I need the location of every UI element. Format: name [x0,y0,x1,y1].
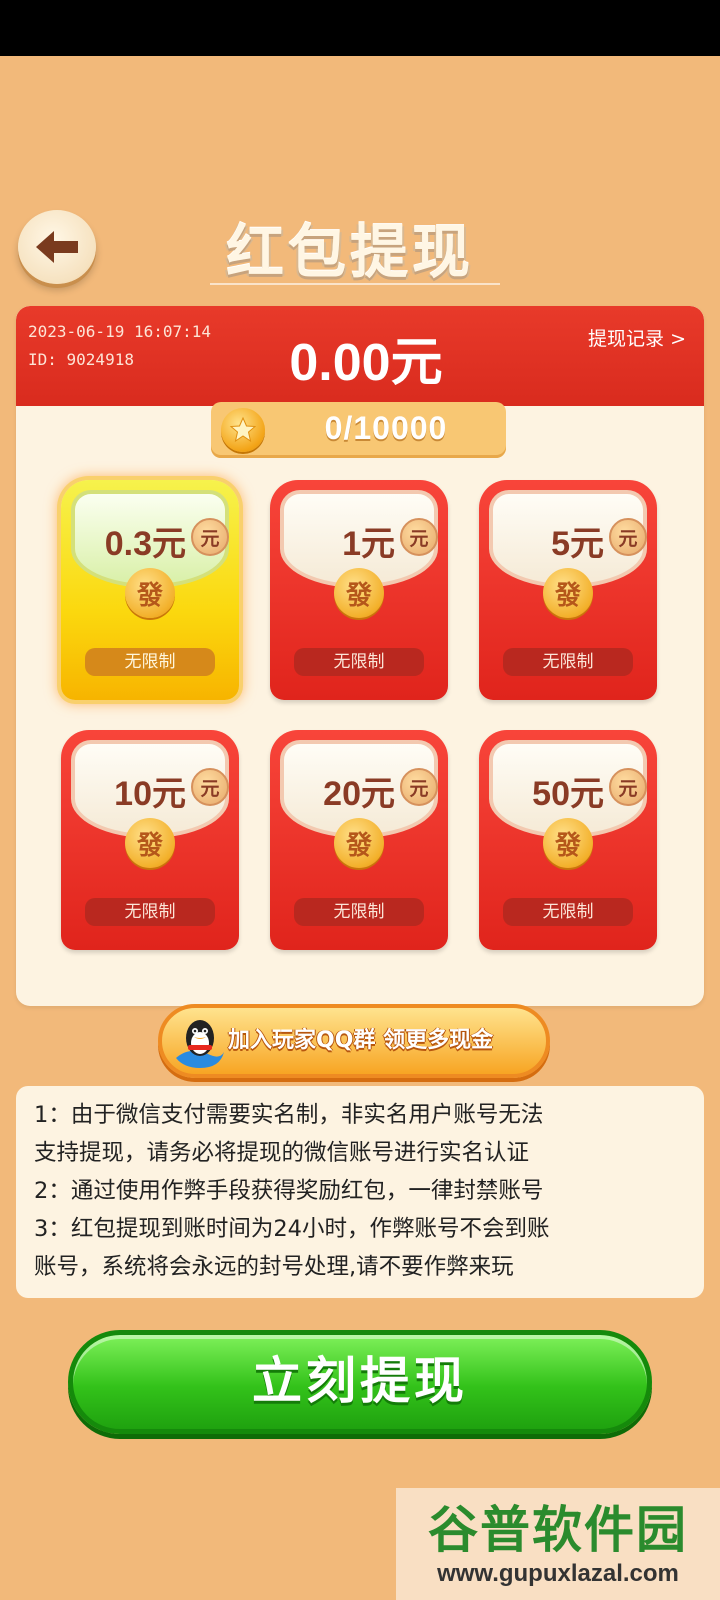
envelope-limit-label: 无限制 [503,648,633,676]
fa-coin-icon: 發 [125,568,175,618]
fa-coin-icon: 發 [334,568,384,618]
yuan-badge-icon: 元 [400,518,438,556]
red-envelope-option[interactable]: 50元元發无限制 [479,730,657,950]
red-envelope-option[interactable]: 1元元發无限制 [270,480,448,700]
envelope-amount: 50元 [532,775,604,813]
withdraw-records-link[interactable]: 提现记录 > [588,324,686,351]
red-envelope-option[interactable]: 10元元發无限制 [61,730,239,950]
join-qq-group-button[interactable]: 加入玩家QQ群 领更多现金 [158,1004,550,1078]
envelope-amount: 0.3元 [104,525,186,563]
envelope-limit-label: 无限制 [85,898,215,926]
yuan-badge-icon: 元 [191,768,229,806]
balance-amount: 0.00元 [289,334,443,392]
coin-progress-text: 0/10000 [324,410,448,446]
fa-coin-icon: 發 [543,818,593,868]
user-id-text: ID: 9024918 [28,350,134,369]
envelope-amount: 20元 [323,775,395,813]
withdraw-now-button[interactable]: 立刻提现 [68,1330,652,1434]
coin-star-icon [221,408,265,452]
withdraw-rules: 1：由于微信支付需要实名制，非实名用户账号无法 支持提现，请务必将提现的微信账号… [16,1086,704,1298]
red-envelope-option[interactable]: 5元元發无限制 [479,480,657,700]
envelope-amount: 10元 [114,775,186,813]
qq-group-label: 加入玩家QQ群 领更多现金 [228,1028,494,1053]
back-button[interactable] [18,210,96,284]
rule-line: 3：红包提现到账时间为24小时，作弊账号不会到账 [34,1216,550,1242]
rule-line: 1：由于微信支付需要实名制，非实名用户账号无法 [34,1102,544,1128]
arrow-left-icon [36,231,78,263]
fa-coin-icon: 發 [125,818,175,868]
envelope-amount: 1元 [342,525,395,563]
datetime-text: 2023-06-19 16:07:14 [28,322,212,341]
envelope-limit-label: 无限制 [294,898,424,926]
rule-line: 账号，系统将会永远的封号处理,请不要作弊来玩 [34,1254,514,1280]
watermark-logo-text: 谷普软件园 [428,1501,688,1559]
red-envelope-option[interactable]: 20元元發无限制 [270,730,448,950]
red-envelope-option[interactable]: 0.3元元發无限制 [61,480,239,700]
title-divider [210,283,500,285]
rule-line: 2：通过使用作弊手段获得奖励红包，一律封禁账号 [34,1178,544,1204]
envelope-limit-label: 无限制 [503,898,633,926]
envelope-amount: 5元 [551,525,604,563]
qq-penguin-icon [176,1020,224,1068]
yuan-badge-icon: 元 [609,518,647,556]
status-bar [0,0,720,56]
site-watermark: 谷普软件园 www.gupuxlazal.com [396,1488,720,1600]
fa-coin-icon: 發 [334,818,384,868]
withdraw-panel: 2023-06-19 16:07:14 ID: 9024918 0.00元 提现… [16,306,704,1006]
watermark-url: www.gupuxlazal.com [437,1560,679,1587]
yuan-badge-icon: 元 [400,768,438,806]
balance-header: 2023-06-19 16:07:14 ID: 9024918 0.00元 提现… [16,306,704,406]
envelope-limit-label: 无限制 [85,648,215,676]
fa-coin-icon: 發 [543,568,593,618]
envelope-limit-label: 无限制 [294,648,424,676]
yuan-badge-icon: 元 [609,768,647,806]
yuan-badge-icon: 元 [191,518,229,556]
page-title: 红包提现 [225,218,474,286]
rule-line: 支持提现，请务必将提现的微信账号进行实名认证 [34,1140,530,1166]
coin-progress: 0/10000 [211,402,506,458]
